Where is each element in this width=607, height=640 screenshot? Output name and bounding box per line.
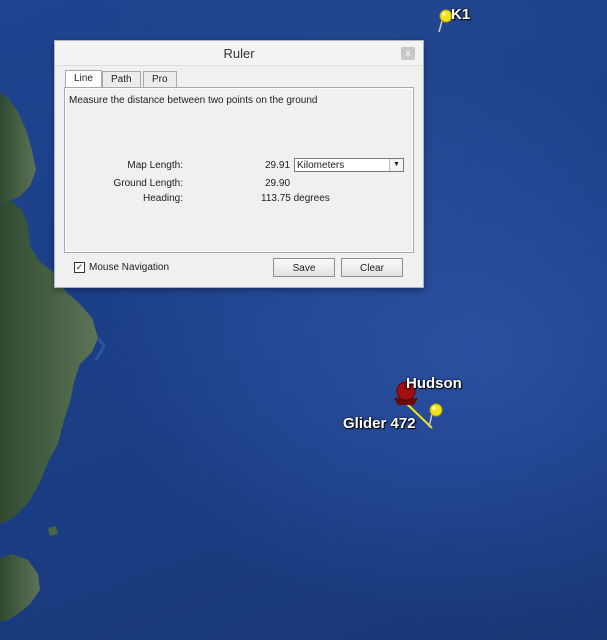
- unit-dropdown-value: Kilometers: [297, 160, 345, 171]
- ground-length-value: 29.90: [265, 178, 291, 189]
- unit-dropdown[interactable]: Kilometers ▼: [294, 158, 404, 172]
- placemark-label-glider-472[interactable]: Glider 472: [343, 415, 416, 432]
- close-button[interactable]: x: [401, 47, 415, 60]
- ruler-description: Measure the distance between two points …: [69, 95, 318, 106]
- tab-line[interactable]: Line: [65, 70, 102, 88]
- mouse-navigation-toggle[interactable]: ✓ Mouse Navigation: [74, 262, 169, 273]
- save-button[interactable]: Save: [273, 258, 335, 277]
- tab-path[interactable]: Path: [102, 71, 141, 88]
- clear-button[interactable]: Clear: [341, 258, 403, 277]
- placemark-label-k1[interactable]: K1: [451, 6, 470, 23]
- ruler-titlebar[interactable]: Ruler x: [55, 41, 423, 66]
- mouse-navigation-checkbox[interactable]: ✓: [74, 262, 85, 273]
- tab-pro[interactable]: Pro: [143, 71, 177, 88]
- ruler-dialog: Ruler x Line Path Pro Measure the distan…: [54, 40, 424, 288]
- ground-length-label: Ground Length:: [113, 178, 184, 189]
- dialog-title: Ruler: [223, 46, 255, 61]
- heading-label: Heading:: [142, 193, 183, 204]
- map-length-label: Map Length:: [127, 160, 183, 171]
- mouse-navigation-label: Mouse Navigation: [89, 262, 170, 274]
- chevron-down-icon[interactable]: ▼: [389, 159, 403, 171]
- yellow-pushpin-icon[interactable]: [425, 402, 445, 428]
- placemark-label-hudson[interactable]: Hudson: [406, 375, 462, 392]
- line-tab-panel: Measure the distance between two points …: [64, 87, 414, 253]
- map-length-value: 29.91: [265, 160, 291, 171]
- heading-value: 113.75 degrees: [261, 193, 330, 204]
